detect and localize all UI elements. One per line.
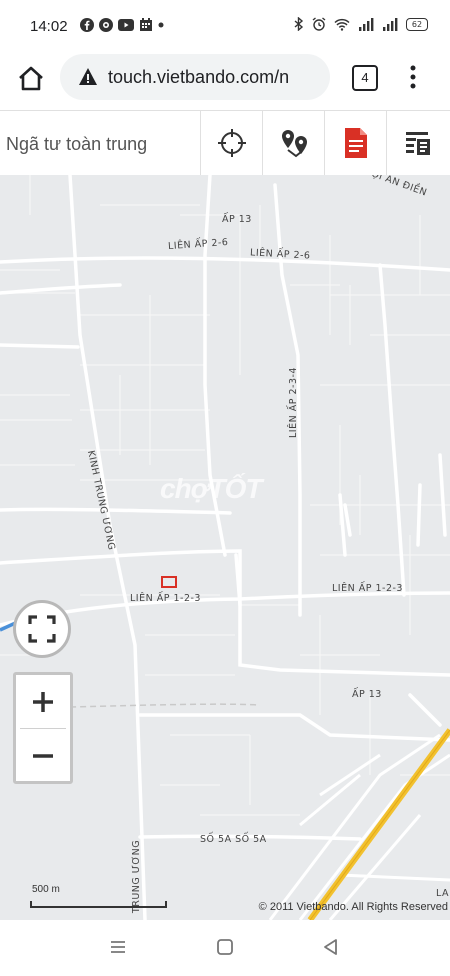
bluetooth-icon	[294, 17, 304, 31]
back-icon[interactable]	[322, 938, 340, 956]
pdf-export-button[interactable]	[324, 111, 387, 175]
location-marker	[161, 576, 177, 588]
facebook-icon	[80, 18, 94, 32]
route-pins-icon	[282, 130, 307, 158]
map-toolbar	[0, 110, 450, 177]
fullscreen-button[interactable]	[13, 600, 71, 658]
home-icon[interactable]	[14, 62, 48, 96]
area-label: ẤP 13	[352, 689, 382, 700]
scale-bar	[30, 901, 167, 908]
layers-list-icon	[406, 132, 430, 155]
warning-icon	[79, 68, 97, 85]
system-icons: 62	[294, 17, 428, 31]
layers-button[interactable]	[386, 111, 449, 175]
locate-button[interactable]	[200, 111, 263, 175]
status-time: 14:02	[30, 18, 68, 35]
url-text: touch.vietbando.com/n	[108, 66, 290, 87]
route-button[interactable]	[262, 111, 325, 175]
map-canvas[interactable]: chợTỐT ỌI AN ĐIỀN ẤP 13 LIÊN ẤP 2-6 LIÊN…	[0, 175, 450, 920]
home-nav-icon[interactable]	[216, 938, 234, 956]
notification-icons	[80, 18, 164, 32]
scale-label: 500 m	[32, 884, 60, 895]
browser-toolbar: touch.vietbando.com/n 4	[0, 54, 450, 110]
road-label: SỐ 5A SỐ 5A	[200, 834, 267, 845]
status-bar: 14:02 62	[0, 0, 450, 54]
alarm-icon	[312, 17, 326, 31]
map-roads	[0, 175, 450, 920]
crosshair-icon	[218, 129, 246, 157]
system-nav-bar	[0, 920, 450, 976]
calendar-icon	[140, 18, 152, 31]
signal-icon	[359, 17, 374, 31]
watermark: chợTỐT	[160, 473, 262, 504]
battery-icon: 62	[406, 17, 428, 31]
messenger-icon	[99, 18, 113, 32]
road-label: LIÊN ẤP 1-2-3	[332, 583, 403, 594]
area-label: ẤP 13	[222, 214, 252, 225]
signal-icon-2	[383, 17, 398, 31]
road-label: LIÊN ẤP 2-3-4	[287, 367, 299, 438]
address-bar[interactable]: touch.vietbando.com/n	[60, 54, 330, 100]
recent-apps-icon[interactable]	[109, 938, 127, 956]
plus-icon	[33, 691, 53, 712]
zoom-out-button[interactable]	[16, 729, 70, 782]
dot-icon	[158, 22, 164, 28]
minus-icon	[33, 753, 53, 758]
wifi-icon	[334, 18, 350, 31]
road-label: LIÊN ẤP 1-2-3	[130, 593, 201, 604]
fullscreen-icon	[28, 615, 56, 643]
more-menu-icon[interactable]	[405, 64, 421, 90]
search-input[interactable]	[0, 111, 208, 177]
tab-switcher-button[interactable]: 4	[352, 65, 378, 91]
road-label: LA	[436, 888, 450, 899]
zoom-control	[13, 672, 73, 784]
copyright-text: © 2011 Vietbando. All Rights Reserved	[258, 901, 448, 913]
youtube-icon	[118, 19, 134, 31]
pdf-document-icon	[345, 128, 367, 158]
zoom-in-button[interactable]	[16, 675, 70, 728]
